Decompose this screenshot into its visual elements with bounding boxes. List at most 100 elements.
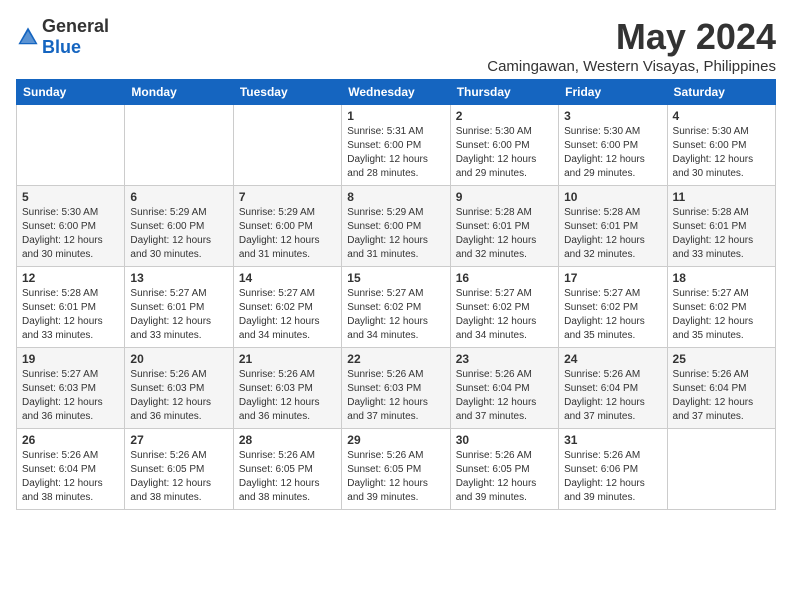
day-number: 15 — [347, 271, 444, 285]
calendar-cell-2-2: 14Sunrise: 5:27 AMSunset: 6:02 PMDayligh… — [233, 267, 341, 348]
day-number: 20 — [130, 352, 227, 366]
day-number: 19 — [22, 352, 119, 366]
calendar-cell-2-6: 18 Sunrise: 5:27 AMSunset: 6:02 PMDayligh… — [667, 267, 775, 348]
day-info: Sunrise: 5:29 AMSunset: 6:00 PMDaylight:… — [130, 206, 227, 262]
logo: General Blue — [16, 16, 109, 58]
day-info: Sunrise: 5:26 AMSunset: 6:04 PMDaylight:… — [564, 368, 661, 424]
calendar-week-4: 19Sunrise: 5:27 AMSunset: 6:03 PMDayligh… — [17, 348, 776, 429]
calendar-cell-1-2: 7 Sunrise: 5:29 AMSunset: 6:00 PMDaylight… — [233, 186, 341, 267]
day-info: Sunrise: 5:28 AMSunset: 6:01 PMDaylight:… — [673, 206, 770, 262]
calendar-cell-4-0: 26 Sunrise: 5:26 AMSunset: 6:04 PMDayligh… — [17, 429, 125, 510]
calendar-cell-2-1: 13 Sunrise: 5:27 AMSunset: 6:01 PMDayligh… — [125, 267, 233, 348]
calendar-cell-4-3: 29 Sunrise: 5:26 AMSunset: 6:05 PMDayligh… — [342, 429, 450, 510]
title-block: May 2024 Camingawan, Western Visayas, Ph… — [487, 16, 776, 75]
calendar-cell-3-2: 21 Sunrise: 5:26 AMSunset: 6:03 PMDayligh… — [233, 348, 341, 429]
calendar-cell-1-6: 11 Sunrise: 5:28 AMSunset: 6:01 PMDayligh… — [667, 186, 775, 267]
day-number: 3 — [564, 109, 661, 123]
calendar-cell-0-5: 3 Sunrise: 5:30 AMSunset: 6:00 PMDaylight… — [559, 105, 667, 186]
day-number: 24 — [564, 352, 661, 366]
day-number: 12 — [22, 271, 119, 285]
header-saturday: Saturday — [667, 80, 775, 105]
calendar-header-row: Sunday Monday Tuesday Wednesday Thursday… — [17, 80, 776, 105]
day-number: 31 — [564, 433, 661, 447]
day-number: 2 — [456, 109, 553, 123]
calendar-cell-0-4: 2 Sunrise: 5:30 AMSunset: 6:00 PMDaylight… — [450, 105, 558, 186]
calendar-cell-1-5: 10 Sunrise: 5:28 AMSunset: 6:01 PMDayligh… — [559, 186, 667, 267]
day-info: Sunrise: 5:26 AMSunset: 6:03 PMDaylight:… — [130, 368, 227, 424]
month-title: May 2024 — [487, 16, 776, 58]
logo-blue: Blue — [42, 37, 81, 57]
day-number: 1 — [347, 109, 444, 123]
day-number: 17 — [564, 271, 661, 285]
day-info: Sunrise: 5:30 AMSunset: 6:00 PMDaylight:… — [673, 125, 770, 181]
day-number: 6 — [130, 190, 227, 204]
header-monday: Monday — [125, 80, 233, 105]
day-info: Sunrise: 5:26 AMSunset: 6:05 PMDaylight:… — [347, 449, 444, 505]
day-info: Sunrise: 5:26 AMSunset: 6:03 PMDaylight:… — [239, 368, 336, 424]
day-info: Sunrise: 5:27 AMSunset: 6:02 PMDaylight:… — [564, 287, 661, 343]
day-info: Sunrise: 5:28 AMSunset: 6:01 PMDaylight:… — [564, 206, 661, 262]
day-info: Sunrise: 5:26 AMSunset: 6:05 PMDaylight:… — [130, 449, 227, 505]
day-number: 10 — [564, 190, 661, 204]
day-number: 13 — [130, 271, 227, 285]
day-number: 9 — [456, 190, 553, 204]
calendar-cell-0-0 — [17, 105, 125, 186]
day-info: Sunrise: 5:28 AMSunset: 6:01 PMDaylight:… — [456, 206, 553, 262]
day-info: Sunrise: 5:30 AMSunset: 6:00 PMDaylight:… — [564, 125, 661, 181]
calendar-cell-0-3: 1Sunrise: 5:31 AMSunset: 6:00 PMDaylight… — [342, 105, 450, 186]
calendar-cell-0-2 — [233, 105, 341, 186]
calendar-cell-3-1: 20 Sunrise: 5:26 AMSunset: 6:03 PMDayligh… — [125, 348, 233, 429]
logo-icon — [16, 25, 40, 49]
location-title: Camingawan, Western Visayas, Philippines — [487, 58, 776, 75]
day-info: Sunrise: 5:26 AMSunset: 6:04 PMDaylight:… — [673, 368, 770, 424]
day-info: Sunrise: 5:26 AMSunset: 6:03 PMDaylight:… — [347, 368, 444, 424]
day-info: Sunrise: 5:27 AMSunset: 6:02 PMDaylight:… — [673, 287, 770, 343]
day-number: 16 — [456, 271, 553, 285]
calendar-cell-0-6: 4Sunrise: 5:30 AMSunset: 6:00 PMDaylight… — [667, 105, 775, 186]
day-number: 7 — [239, 190, 336, 204]
header-wednesday: Wednesday — [342, 80, 450, 105]
day-info: Sunrise: 5:26 AMSunset: 6:04 PMDaylight:… — [456, 368, 553, 424]
calendar-cell-2-3: 15 Sunrise: 5:27 AMSunset: 6:02 PMDayligh… — [342, 267, 450, 348]
day-info: Sunrise: 5:27 AMSunset: 6:02 PMDaylight:… — [347, 287, 444, 343]
page-header: General Blue May 2024 Camingawan, Wester… — [16, 16, 776, 75]
calendar-cell-1-1: 6 Sunrise: 5:29 AMSunset: 6:00 PMDaylight… — [125, 186, 233, 267]
calendar-cell-4-6 — [667, 429, 775, 510]
day-info: Sunrise: 5:27 AMSunset: 6:02 PMDaylight:… — [239, 287, 336, 343]
day-info: Sunrise: 5:27 AMSunset: 6:01 PMDaylight:… — [130, 287, 227, 343]
day-info: Sunrise: 5:26 AMSunset: 6:04 PMDaylight:… — [22, 449, 119, 505]
header-thursday: Thursday — [450, 80, 558, 105]
calendar-cell-4-4: 30 Sunrise: 5:26 AMSunset: 6:05 PMDayligh… — [450, 429, 558, 510]
day-number: 25 — [673, 352, 770, 366]
day-number: 27 — [130, 433, 227, 447]
day-number: 29 — [347, 433, 444, 447]
day-number: 18 — [673, 271, 770, 285]
calendar-cell-2-4: 16 Sunrise: 5:27 AMSunset: 6:02 PMDayligh… — [450, 267, 558, 348]
day-number: 21 — [239, 352, 336, 366]
day-info: Sunrise: 5:27 AMSunset: 6:02 PMDaylight:… — [456, 287, 553, 343]
calendar-cell-3-4: 23Sunrise: 5:26 AMSunset: 6:04 PMDayligh… — [450, 348, 558, 429]
day-info: Sunrise: 5:28 AMSunset: 6:01 PMDaylight:… — [22, 287, 119, 343]
header-friday: Friday — [559, 80, 667, 105]
calendar-cell-4-2: 28Sunrise: 5:26 AMSunset: 6:05 PMDayligh… — [233, 429, 341, 510]
calendar-cell-0-1 — [125, 105, 233, 186]
day-number: 28 — [239, 433, 336, 447]
calendar-cell-1-0: 5Sunrise: 5:30 AMSunset: 6:00 PMDaylight… — [17, 186, 125, 267]
day-number: 30 — [456, 433, 553, 447]
day-number: 8 — [347, 190, 444, 204]
logo-general: General — [42, 16, 109, 36]
day-info: Sunrise: 5:26 AMSunset: 6:05 PMDaylight:… — [456, 449, 553, 505]
day-number: 26 — [22, 433, 119, 447]
calendar-cell-1-4: 9 Sunrise: 5:28 AMSunset: 6:01 PMDaylight… — [450, 186, 558, 267]
day-info: Sunrise: 5:29 AMSunset: 6:00 PMDaylight:… — [239, 206, 336, 262]
calendar-cell-2-0: 12 Sunrise: 5:28 AMSunset: 6:01 PMDayligh… — [17, 267, 125, 348]
day-number: 11 — [673, 190, 770, 204]
calendar-week-1: 1Sunrise: 5:31 AMSunset: 6:00 PMDaylight… — [17, 105, 776, 186]
calendar-table: Sunday Monday Tuesday Wednesday Thursday… — [16, 79, 776, 510]
day-info: Sunrise: 5:30 AMSunset: 6:00 PMDaylight:… — [456, 125, 553, 181]
day-info: Sunrise: 5:26 AMSunset: 6:06 PMDaylight:… — [564, 449, 661, 505]
calendar-cell-1-3: 8Sunrise: 5:29 AMSunset: 6:00 PMDaylight… — [342, 186, 450, 267]
calendar-cell-4-1: 27 Sunrise: 5:26 AMSunset: 6:05 PMDayligh… — [125, 429, 233, 510]
calendar-week-3: 12 Sunrise: 5:28 AMSunset: 6:01 PMDayligh… — [17, 267, 776, 348]
header-sunday: Sunday — [17, 80, 125, 105]
